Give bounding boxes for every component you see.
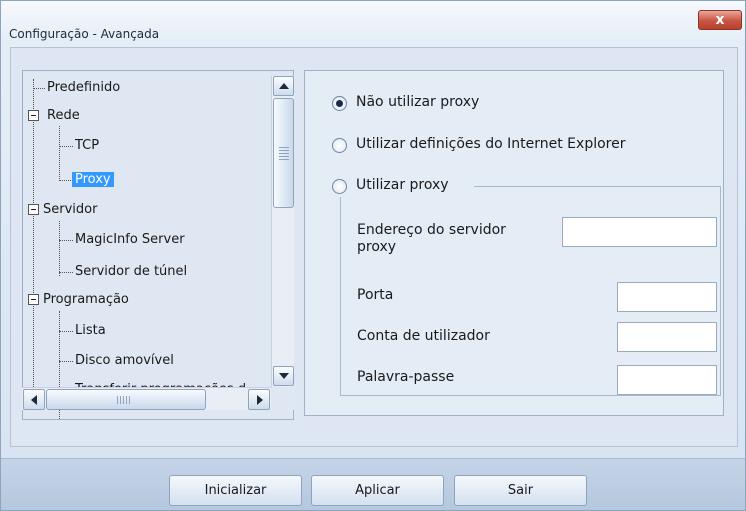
tree-connector	[59, 146, 73, 147]
tree-item-tcp[interactable]: TCP	[75, 137, 99, 155]
tree-horizontal-scrollbar[interactable]	[22, 387, 272, 410]
tree-connector	[33, 88, 45, 89]
collapse-icon[interactable]	[28, 110, 39, 121]
radio-unselected-icon	[332, 179, 347, 194]
tree-vertical-scrollbar[interactable]	[271, 76, 294, 402]
tree-item-rede[interactable]: Rede	[47, 107, 80, 125]
tree-connector	[59, 240, 73, 241]
reset-button[interactable]: Inicializar	[169, 475, 302, 506]
radio-selected-icon	[332, 96, 347, 111]
scroll-right-button[interactable]	[248, 389, 270, 410]
exit-button[interactable]: Sair	[454, 475, 587, 506]
window-title: Configuração - Avançada	[9, 27, 160, 41]
scroll-left-button[interactable]	[23, 389, 45, 410]
scrollbar-corner	[271, 387, 294, 410]
radio-unselected-icon	[332, 138, 347, 153]
radio-use-proxy[interactable]: Utilizar proxy	[332, 177, 474, 197]
password-label: Palavra-passe	[357, 369, 455, 385]
close-button[interactable]: x	[698, 10, 742, 30]
title-bar: Configuração - Avançada x	[1, 1, 745, 45]
tree-item-servidor-tunel[interactable]: Servidor de túnel	[75, 263, 187, 281]
tree-item-disco-amovivel[interactable]: Disco amovível	[75, 352, 174, 370]
settings-tree[interactable]: Predefinido Rede TCP Proxy Servidor Magi…	[22, 70, 294, 420]
tree-item-predefinido[interactable]: Predefinido	[47, 79, 120, 97]
tree-connector	[59, 126, 60, 181]
tree-item-proxy[interactable]: Proxy	[72, 171, 114, 189]
port-label: Porta	[357, 287, 394, 303]
server-address-input[interactable]	[562, 217, 717, 247]
tree-connector	[59, 361, 73, 362]
vertical-scroll-thumb[interactable]	[273, 98, 294, 208]
user-account-input[interactable]	[617, 322, 717, 352]
tree-item-servidor[interactable]: Servidor	[43, 201, 97, 219]
tree-connector	[59, 180, 73, 181]
tree-connector	[59, 272, 73, 273]
tree-item-magicinfo-server[interactable]: MagicInfo Server	[75, 231, 185, 249]
horizontal-scroll-thumb[interactable]	[46, 389, 206, 410]
collapse-icon[interactable]	[28, 294, 39, 305]
arrow-left-icon	[31, 395, 37, 405]
arrow-right-icon	[257, 395, 263, 405]
arrow-down-icon	[279, 373, 289, 379]
scroll-down-button[interactable]	[273, 366, 294, 386]
arrow-up-icon	[279, 83, 289, 89]
port-input[interactable]	[617, 282, 717, 312]
tree-connector	[59, 331, 73, 332]
tree-connector	[33, 79, 34, 409]
collapse-icon[interactable]	[28, 204, 39, 215]
tree-connector	[59, 221, 60, 276]
tree-item-programacao[interactable]: Programação	[43, 291, 129, 309]
tree-item-lista[interactable]: Lista	[75, 322, 106, 340]
password-input[interactable]	[617, 365, 717, 395]
apply-button[interactable]: Aplicar	[311, 475, 444, 506]
user-account-label: Conta de utilizador	[357, 328, 490, 344]
scroll-up-button[interactable]	[273, 76, 294, 96]
server-address-label: Endereço do servidor proxy	[357, 222, 506, 255]
